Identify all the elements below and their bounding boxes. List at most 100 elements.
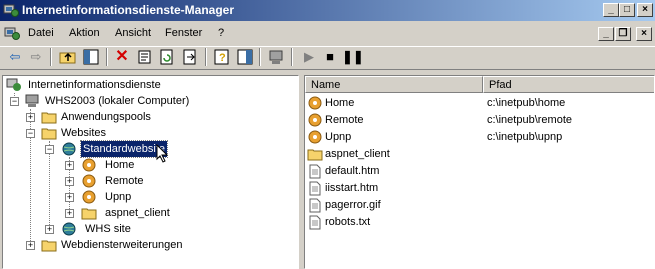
mmc-console-icon[interactable] (4, 26, 20, 41)
computer-icon[interactable] (267, 48, 285, 66)
play-icon[interactable]: ▶ (300, 48, 318, 66)
forward-arrow-icon[interactable]: ⇨ (27, 48, 45, 66)
minimize-button[interactable]: _ (603, 3, 619, 17)
pause-icon[interactable]: ❚❚ (342, 48, 364, 66)
mdi-close-button[interactable]: × (636, 27, 652, 41)
tree-label: WHS2003 (lokaler Computer) (45, 95, 190, 107)
iis-manager-window: Internetinformationsdienste-Manager _ □ … (0, 0, 655, 269)
folder-icon (81, 208, 97, 220)
toolbar-separator (291, 48, 293, 66)
list-row[interactable]: iisstart.htm (305, 180, 654, 197)
stop-icon[interactable]: ■ (321, 48, 339, 66)
row-name: Remote (325, 114, 364, 126)
row-name: pagerror.gif (325, 199, 381, 211)
collapse-toggle[interactable]: − (45, 145, 54, 154)
list-row[interactable]: default.htm (305, 163, 654, 180)
column-header-path[interactable]: Pfad (483, 76, 654, 93)
column-header-name[interactable]: Name (305, 76, 483, 93)
collapse-toggle[interactable]: − (26, 129, 35, 138)
folder-icon (307, 149, 323, 161)
file-icon (309, 164, 321, 179)
toolbar-separator (259, 48, 261, 66)
virtual-dir-icon (308, 130, 322, 144)
website-globe-icon (62, 222, 76, 236)
file-icon (309, 198, 321, 213)
maximize-button[interactable]: □ (619, 3, 635, 17)
computer-icon (25, 94, 39, 107)
expand-toggle[interactable]: + (45, 225, 54, 234)
expand-toggle[interactable]: + (65, 193, 74, 202)
close-button[interactable]: × (637, 3, 653, 17)
mdi-restore-button[interactable]: ❐ (615, 27, 631, 41)
delete-icon[interactable]: ✕ (113, 48, 131, 66)
action-pane-icon[interactable] (236, 48, 254, 66)
window-title: Internetinformationsdienste-Manager (22, 3, 235, 17)
folder-icon (41, 112, 57, 124)
tree-connector (49, 141, 50, 229)
up-folder-icon[interactable] (59, 48, 77, 66)
row-path: c:\inetpub\upnp (487, 131, 563, 143)
tree-label: Anwendungspools (61, 111, 151, 123)
list-row[interactable]: Home c:\inetpub\home (305, 95, 654, 112)
back-arrow-icon[interactable]: ⇦ (6, 48, 24, 66)
toolbar-separator (205, 48, 207, 66)
show-hide-tree-icon[interactable] (82, 48, 100, 66)
list-row[interactable]: robots.txt (305, 214, 654, 231)
row-name: Home (325, 97, 355, 109)
row-name: default.htm (325, 165, 380, 177)
mouse-cursor-icon (156, 144, 169, 163)
list-row[interactable]: pagerror.gif (305, 197, 654, 214)
menu-ansicht[interactable]: Ansicht (115, 27, 151, 39)
list-row[interactable]: Upnp c:\inetpub\upnp (305, 129, 654, 146)
row-path: c:\inetpub\remote (487, 114, 572, 126)
expand-toggle[interactable]: + (65, 161, 74, 170)
expand-toggle[interactable]: + (26, 241, 35, 250)
row-name: robots.txt (325, 216, 371, 228)
iis-root-icon (6, 78, 21, 91)
row-path: c:\inetpub\home (487, 97, 566, 109)
expand-toggle[interactable]: + (65, 209, 74, 218)
tree-label: WHS site (85, 223, 131, 235)
toolbar-separator (106, 48, 108, 66)
tree-label: aspnet_client (105, 207, 170, 219)
refresh-icon[interactable] (158, 48, 176, 66)
mdi-minimize-button[interactable]: _ (598, 27, 614, 41)
title-bar[interactable]: Internetinformationsdienste-Manager (0, 0, 655, 21)
virtual-dir-icon (82, 158, 96, 172)
tree-label: Internetinformationsdienste (28, 79, 161, 91)
tree-label: Home (105, 159, 135, 171)
expand-toggle[interactable]: + (65, 177, 74, 186)
expand-toggle[interactable]: + (26, 113, 35, 122)
menu-datei[interactable]: Datei (28, 27, 54, 39)
tree-pane[interactable]: Internetinformationsdienste − WHS2003 (l… (2, 75, 299, 269)
file-icon (309, 215, 321, 230)
row-name: Upnp (325, 131, 352, 143)
export-list-icon[interactable] (181, 48, 199, 66)
properties-icon[interactable] (136, 48, 154, 66)
row-name: iisstart.htm (325, 182, 379, 194)
collapse-toggle[interactable]: − (10, 97, 19, 106)
help-icon[interactable]: ? (213, 48, 231, 66)
tree-label: Remote (105, 175, 144, 187)
list-pane[interactable]: Name Pfad Home c:\inetpub\home Remote c:\in… (304, 75, 655, 269)
menu-aktion[interactable]: Aktion (69, 27, 100, 39)
iis-app-icon (3, 4, 19, 17)
tree-label: Websites (61, 127, 107, 139)
svg-text:?: ? (219, 52, 226, 64)
list-row[interactable]: Remote c:\inetpub\remote (305, 112, 654, 129)
list-row[interactable]: aspnet_client (305, 146, 654, 163)
folder-icon (41, 240, 57, 252)
virtual-dir-icon (308, 96, 322, 110)
website-globe-icon (62, 142, 76, 156)
folder-icon (41, 128, 57, 140)
tree-label-selected: Standardwebsite (80, 140, 168, 158)
toolbar-separator (50, 48, 52, 66)
file-icon (309, 181, 321, 196)
menu-help[interactable]: ? (218, 27, 224, 39)
virtual-dir-icon (82, 190, 96, 204)
virtual-dir-icon (82, 174, 96, 188)
tree-label: Upnp (105, 191, 132, 203)
menu-fenster[interactable]: Fenster (165, 27, 202, 39)
virtual-dir-icon (308, 113, 322, 127)
row-name: aspnet_client (325, 148, 390, 160)
